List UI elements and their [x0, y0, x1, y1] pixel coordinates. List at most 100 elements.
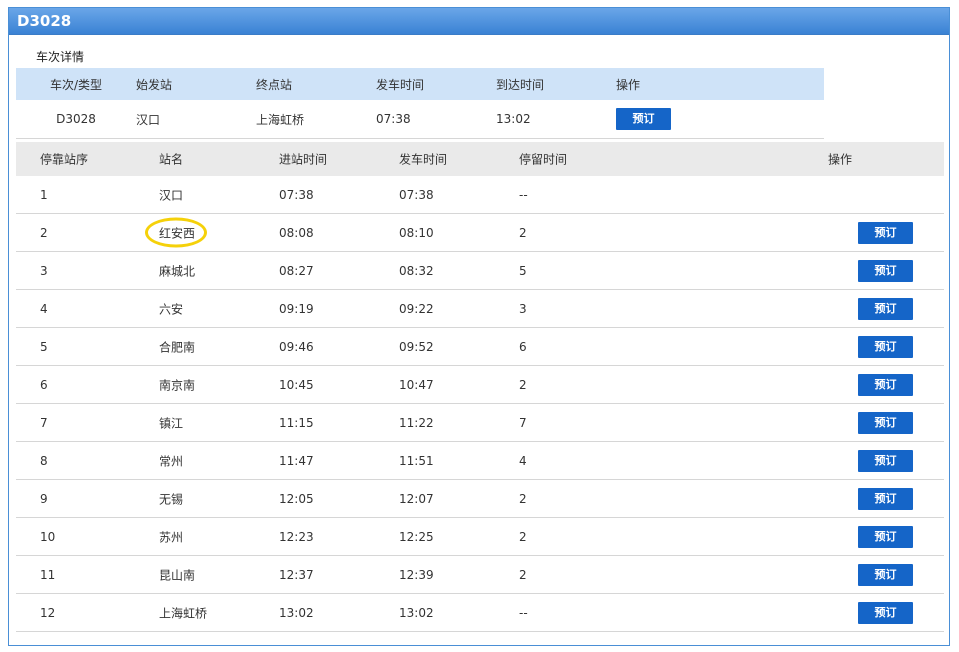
book-button[interactable]: 预订 [858, 297, 913, 320]
table-row: 11 昆山南 12:37 12:39 2 预订 [16, 556, 944, 594]
book-button[interactable]: 预订 [616, 108, 671, 130]
table-row: 5 合肥南 09:46 09:52 6 预订 [16, 328, 944, 366]
stop-seq: 6 [40, 377, 48, 392]
station-name: 合肥南 [159, 340, 196, 354]
depart-time: 12:07 [399, 491, 434, 506]
depart-time: 08:32 [399, 263, 434, 278]
arrive-time: 12:23 [279, 529, 314, 544]
table-row: 9 无锡 12:05 12:07 2 预订 [16, 480, 944, 518]
depart-time: 12:39 [399, 567, 434, 582]
header-arrive-time: 到达时间 [496, 77, 545, 92]
stops-body: 1 汉口 07:38 07:38 -- 2 红安西 08:08 08:10 2 预订 3 麻城北 08:2… [16, 176, 944, 632]
station-name: 麻城北 [159, 264, 196, 278]
station-name: 昆山南 [159, 568, 196, 582]
book-button[interactable]: 预订 [858, 221, 913, 244]
action-cell: 预订 [858, 525, 913, 548]
arrive-time: 12:05 [279, 491, 314, 506]
table-row: 1 汉口 07:38 07:38 -- [16, 176, 944, 214]
table-row: 7 镇江 11:15 11:22 7 预订 [16, 404, 944, 442]
destination-station: 上海虹桥 [256, 112, 305, 127]
book-button[interactable]: 预订 [858, 335, 913, 358]
action-cell: 预订 [858, 297, 913, 320]
action-cell: 预订 [858, 335, 913, 358]
arrive-time: 11:47 [279, 453, 314, 468]
book-button[interactable]: 预订 [858, 411, 913, 434]
stay-time: -- [519, 187, 528, 202]
station-name: 苏州 [159, 530, 184, 544]
depart-time: 12:25 [399, 529, 434, 544]
book-button[interactable]: 预订 [858, 259, 913, 282]
stay-time: 2 [519, 491, 527, 506]
table-row: 6 南京南 10:45 10:47 2 预订 [16, 366, 944, 404]
stay-time: 2 [519, 529, 527, 544]
header-train-type: 车次/类型 [49, 77, 103, 92]
section-label: 车次详情 [36, 50, 85, 64]
depart-time: 07:38 [376, 112, 411, 126]
stop-seq: 10 [40, 529, 56, 544]
table-row: 8 常州 11:47 11:51 4 预订 [16, 442, 944, 480]
table-row: 3 麻城北 08:27 08:32 5 预订 [16, 252, 944, 290]
depart-time: 07:38 [399, 187, 434, 202]
action-cell: 预订 [858, 411, 913, 434]
summary-table: 车次/类型 始发站 终点站 发车时间 到达时间 操作 D3028 汉口 上海虹桥… [16, 68, 824, 139]
stop-seq: 9 [40, 491, 48, 506]
station-name: 无锡 [159, 492, 184, 506]
action-cell: 预订 [858, 373, 913, 396]
stay-time: 3 [519, 301, 527, 316]
table-row: 10 苏州 12:23 12:25 2 预订 [16, 518, 944, 556]
action-cell: 预订 [858, 221, 913, 244]
stay-time: 2 [519, 567, 527, 582]
arrive-time: 09:46 [279, 339, 314, 354]
depart-time: 13:02 [399, 605, 434, 620]
summary-row: D3028 汉口 上海虹桥 07:38 13:02 预订 [16, 100, 824, 139]
book-button[interactable]: 预订 [858, 487, 913, 510]
header-action: 操作 [828, 152, 853, 167]
book-button[interactable]: 预订 [858, 563, 913, 586]
stay-time: 2 [519, 225, 527, 240]
header-arrive-time: 进站时间 [279, 152, 328, 167]
depart-time: 08:10 [399, 225, 434, 240]
header-destination: 终点站 [256, 77, 293, 92]
depart-time: 09:22 [399, 301, 434, 316]
table-row: 2 红安西 08:08 08:10 2 预订 [16, 214, 944, 252]
arrive-time: 09:19 [279, 301, 314, 316]
action-cell: 预订 [858, 487, 913, 510]
origin-station: 汉口 [136, 112, 161, 127]
stop-seq: 11 [40, 567, 56, 582]
header-stay-time: 停留时间 [519, 152, 568, 167]
depart-time: 09:52 [399, 339, 434, 354]
book-button[interactable]: 预订 [858, 525, 913, 548]
book-button[interactable]: 预订 [858, 449, 913, 472]
stop-seq: 3 [40, 263, 48, 278]
stop-seq: 2 [40, 225, 48, 240]
header-depart-time: 发车时间 [399, 152, 448, 167]
action-cell: 预订 [858, 259, 913, 282]
depart-time: 11:51 [399, 453, 434, 468]
depart-time: 11:22 [399, 415, 434, 430]
stop-seq: 4 [40, 301, 48, 316]
stops-header-row: 停靠站序 站名 进站时间 发车时间 停留时间 操作 [16, 142, 944, 176]
stop-seq: 5 [40, 339, 48, 354]
arrive-time: 10:45 [279, 377, 314, 392]
header-stop-seq: 停靠站序 [40, 152, 89, 167]
arrive-time: 11:15 [279, 415, 314, 430]
book-button[interactable]: 预订 [858, 601, 913, 624]
stops-table: 停靠站序 站名 进站时间 发车时间 停留时间 操作 1 汉口 07:38 07:38 -… [16, 142, 944, 632]
stop-seq: 12 [40, 605, 56, 620]
summary-header-row: 车次/类型 始发站 终点站 发车时间 到达时间 操作 [16, 68, 824, 100]
header-action: 操作 [616, 77, 641, 92]
stay-time: 2 [519, 377, 527, 392]
station-name: 红安西 [145, 217, 207, 248]
station-name: 汉口 [159, 188, 184, 202]
header-origin: 始发站 [136, 77, 173, 92]
stop-seq: 8 [40, 453, 48, 468]
book-button[interactable]: 预订 [858, 373, 913, 396]
train-detail-panel: D3028 车次详情 车次/类型 始发站 终点站 发车时间 到达时间 操作 D3… [8, 7, 950, 646]
arrive-time: 07:38 [279, 187, 314, 202]
station-name: 南京南 [159, 378, 196, 392]
header-depart-time: 发车时间 [376, 77, 425, 92]
arrive-time: 08:27 [279, 263, 314, 278]
stay-time: 7 [519, 415, 527, 430]
action-cell: 预订 [858, 601, 913, 624]
stay-time: 5 [519, 263, 527, 278]
